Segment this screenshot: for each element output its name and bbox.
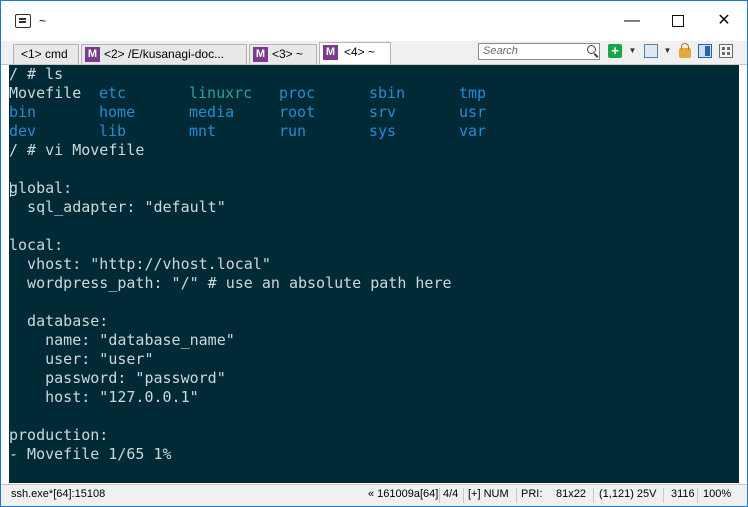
- search-icon[interactable]: [587, 45, 596, 54]
- status-bar: ssh.exe*[64]:15108 « 161009a[64] 4/4 [+]…: [1, 484, 747, 506]
- status-divider: [516, 488, 517, 503]
- terminal-line: / # ls: [9, 65, 64, 83]
- ls-entry: dev: [9, 122, 37, 140]
- ls-entry: sbin: [369, 84, 406, 102]
- title-bar[interactable]: ~ — ✕: [1, 1, 747, 41]
- terminal-line: - Movefile 1/65 1%: [9, 445, 172, 463]
- close-icon: ✕: [717, 12, 731, 29]
- status-zoom[interactable]: 100%: [703, 488, 731, 500]
- terminal-line: local:: [9, 236, 64, 254]
- ls-entry: tmp: [459, 84, 487, 102]
- lock-icon[interactable]: [679, 43, 691, 58]
- conemu-window: ~ — ✕ <1> cmd M <2> /E/kusanagi-doc... M…: [0, 0, 748, 507]
- ls-entry: bin: [9, 103, 37, 121]
- terminal-line: database:: [9, 312, 109, 330]
- terminal-line: sql_adapter: "default": [9, 198, 226, 216]
- ls-entry: linuxrc: [189, 84, 253, 102]
- terminal-area[interactable]: / # ls Movefile etc linuxrc proc sbin tmp bin ho…: [9, 65, 739, 483]
- ls-entry: srv: [369, 103, 397, 121]
- terminal-line: vhost: "http://vhost.local": [9, 255, 271, 273]
- tab-kusanagi-doc[interactable]: M <2> /E/kusanagi-doc...: [81, 44, 247, 64]
- app-icon[interactable]: [15, 14, 31, 28]
- panel-icon[interactable]: [698, 44, 712, 58]
- ls-entry: sys: [369, 122, 397, 140]
- msys-icon: M: [85, 47, 100, 62]
- maximize-button[interactable]: [655, 1, 701, 41]
- status-divider: [463, 488, 464, 503]
- minimize-button[interactable]: —: [609, 1, 655, 41]
- terminal-line: production:: [9, 426, 109, 444]
- grid-icon[interactable]: [719, 44, 733, 58]
- new-console-dropdown-icon[interactable]: ▼: [628, 44, 637, 58]
- status-active-process[interactable]: « 161009a[64]: [368, 488, 438, 500]
- ls-entry: mnt: [189, 122, 217, 140]
- ls-entry: media: [189, 103, 235, 121]
- window-icon[interactable]: [644, 44, 658, 58]
- terminal-line: wordpress_path: "/" # use an absolute pa…: [9, 274, 452, 292]
- terminal-line: / # vi Movefile: [9, 141, 145, 159]
- tab-label: <3> ~: [272, 47, 304, 61]
- tab-label: <1> cmd: [21, 47, 68, 61]
- terminal-line: user: "user": [9, 350, 154, 368]
- tab-4[interactable]: M <4> ~: [319, 42, 391, 64]
- ls-entry: home: [99, 103, 136, 121]
- terminal-line: password: "password": [9, 369, 226, 387]
- status-console-index[interactable]: 4/4: [443, 488, 458, 500]
- terminal-line: host: "127.0.0.1": [9, 388, 199, 406]
- ls-entry: proc: [279, 84, 316, 102]
- status-divider: [439, 488, 440, 503]
- tab-cmd[interactable]: <1> cmd: [13, 44, 79, 64]
- ls-entry: run: [279, 122, 307, 140]
- msys-icon: M: [253, 47, 268, 62]
- minimize-icon: —: [624, 12, 640, 29]
- tab-label: <2> /E/kusanagi-doc...: [104, 47, 225, 61]
- status-keys: [+] NUM: [468, 488, 509, 500]
- ls-entry: Movefile: [9, 84, 82, 102]
- status-process: ssh.exe*[64]:15108: [11, 488, 106, 500]
- window-dropdown-icon[interactable]: ▼: [663, 44, 672, 58]
- status-divider: [697, 488, 698, 503]
- tab-3[interactable]: M <3> ~: [249, 44, 317, 64]
- terminal-line: name: "database_name": [9, 331, 235, 349]
- maximize-icon: [672, 14, 684, 27]
- ls-entry: etc: [99, 84, 127, 102]
- window-title: ~: [39, 14, 47, 28]
- status-priority[interactable]: PRI:: [521, 488, 542, 500]
- search-input[interactable]: Search: [478, 43, 600, 60]
- status-divider: [593, 488, 594, 503]
- close-button[interactable]: ✕: [701, 1, 747, 41]
- ls-entry: root: [279, 103, 316, 121]
- status-size[interactable]: 81x22: [556, 488, 586, 500]
- ls-entry: var: [459, 122, 487, 140]
- terminal-line: global:: [9, 179, 73, 197]
- status-divider: [663, 488, 664, 503]
- search-placeholder: Search: [483, 45, 518, 57]
- tab-label: <4> ~: [344, 45, 376, 59]
- status-pid: 3116: [671, 488, 695, 500]
- ls-entry: usr: [459, 103, 487, 121]
- status-cursor[interactable]: (1,121) 25V: [599, 488, 656, 500]
- ls-entry: lib: [99, 122, 127, 140]
- new-console-icon[interactable]: +: [608, 44, 622, 58]
- msys-icon: M: [323, 45, 338, 60]
